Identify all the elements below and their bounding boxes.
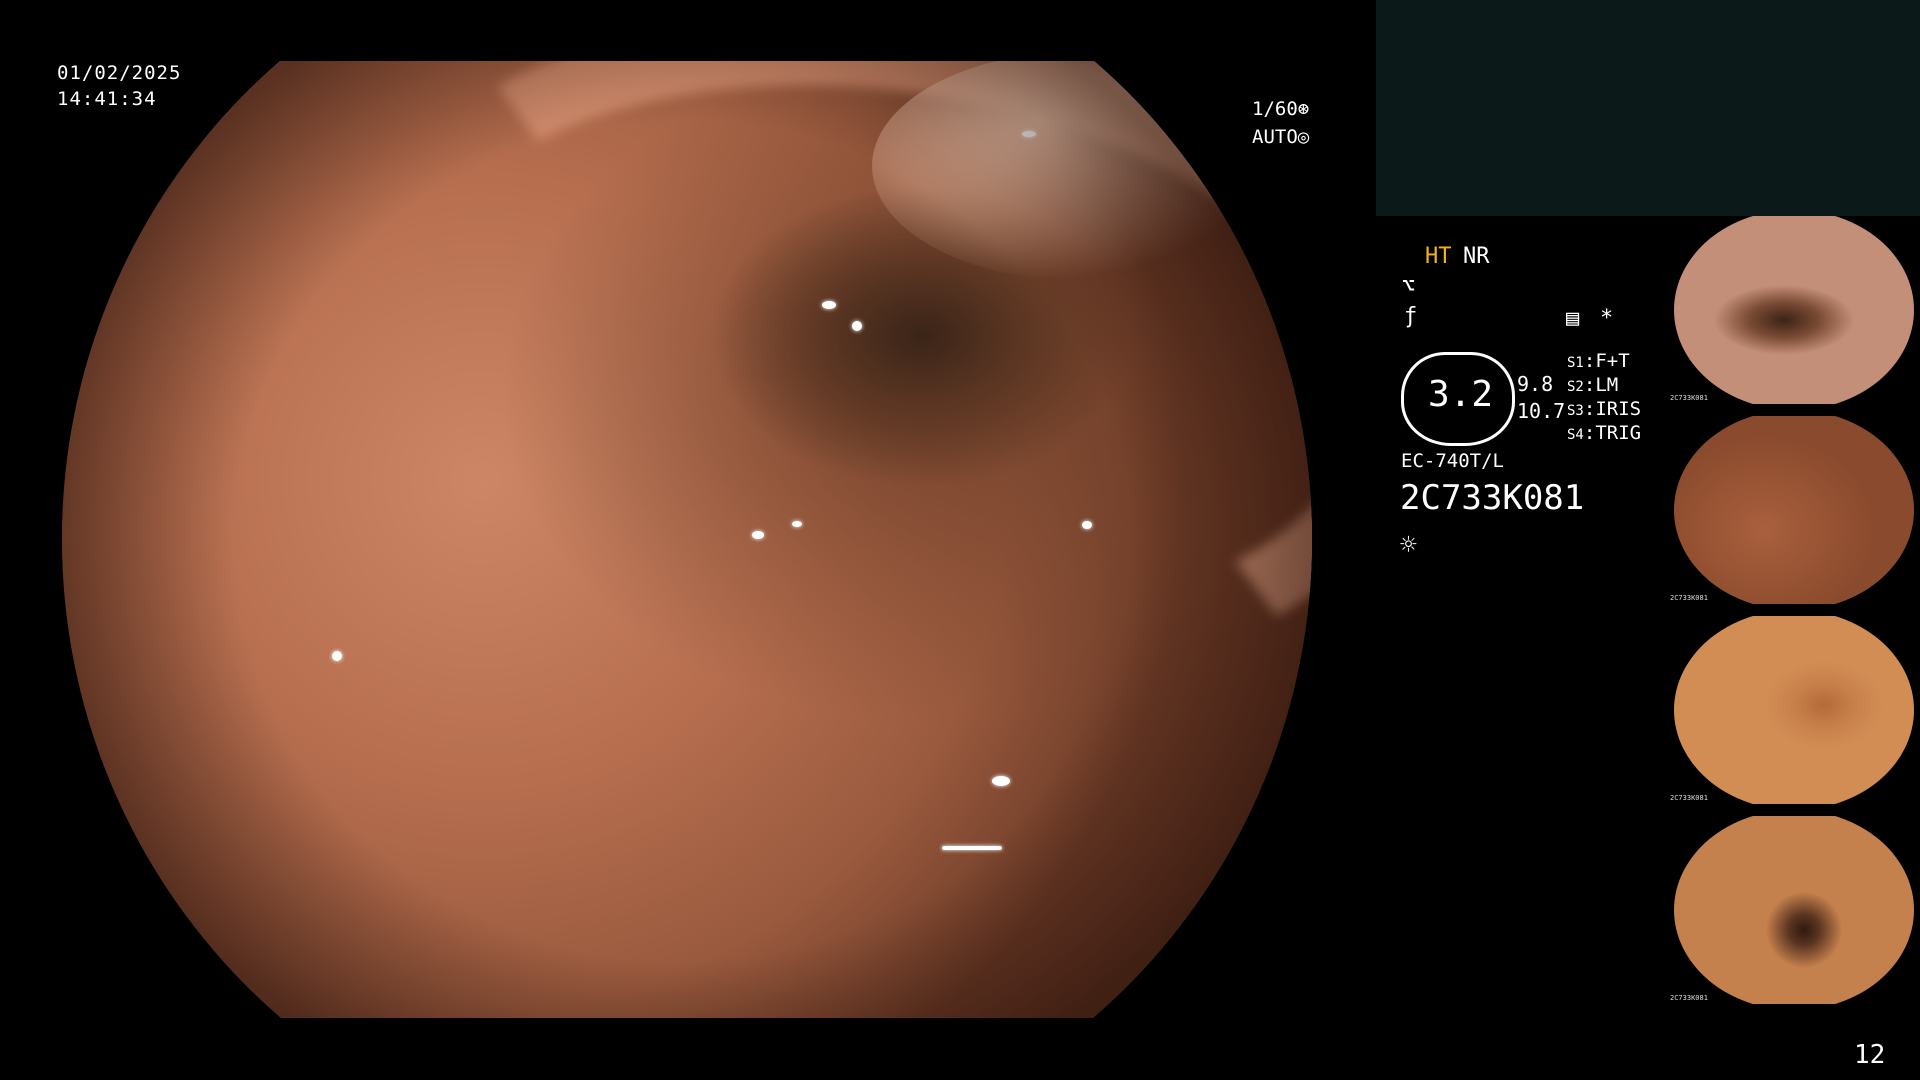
- exam-time: 14:41:34: [57, 88, 157, 110]
- gauge-sub-value: 10.7: [1517, 399, 1566, 423]
- thumbnail-image: [1674, 416, 1914, 604]
- thumbnail-label: 2C733K081: [1670, 994, 1708, 1002]
- aperture-icon: ⊛: [1297, 98, 1310, 120]
- capture-thumbnail[interactable]: 2C733K081: [1670, 816, 1920, 1004]
- thumbnail-image: [1674, 616, 1914, 804]
- exam-date: 01/02/2025: [57, 62, 182, 84]
- exposure-value: AUTO: [1252, 126, 1298, 148]
- switch-key: S3: [1567, 403, 1584, 419]
- gauge-value: 3.2: [1428, 374, 1494, 415]
- nr-indicator: NR: [1463, 244, 1490, 269]
- endoscope-main-view: [62, 61, 1312, 1018]
- memory-icon: ▤: [1566, 306, 1580, 331]
- view-vignette: [62, 61, 1312, 1018]
- light-icon: ☼: [1400, 528, 1417, 561]
- thumbnail-label: 2C733K081: [1670, 594, 1708, 602]
- switch-key: S4: [1567, 427, 1584, 443]
- switch-s2: S2:LM: [1567, 374, 1619, 396]
- switch-key: S1: [1567, 355, 1584, 371]
- switch-s1: S1:F+T: [1567, 350, 1630, 372]
- switch-value: LM: [1595, 374, 1619, 396]
- capture-thumbnail[interactable]: 2C733K081: [1670, 416, 1920, 604]
- switch-value: IRIS: [1595, 398, 1642, 420]
- switch-key: S2: [1567, 379, 1584, 395]
- shutter-speed: 1/60⊛: [1252, 98, 1309, 120]
- exposure-mode: AUTO◎: [1252, 126, 1309, 148]
- switch-value: TRIG: [1595, 422, 1642, 444]
- switch-value: F+T: [1595, 350, 1630, 372]
- color-icon: ƒ: [1404, 304, 1418, 329]
- scope-serial: 2C733K081: [1400, 478, 1585, 518]
- asterisk-icon: *: [1600, 306, 1614, 331]
- thumbnail-label: 2C733K081: [1670, 794, 1708, 802]
- page-number: 12: [1854, 1040, 1886, 1070]
- gauge-sub-value: 9.8: [1517, 372, 1554, 396]
- info-panel: [1376, 0, 1920, 216]
- thumbnail-image: [1674, 216, 1914, 404]
- switch-s4: S4:TRIG: [1567, 422, 1642, 444]
- thumbnail-image: [1674, 816, 1914, 1004]
- ht-indicator: HT: [1425, 244, 1452, 269]
- switch-s3: S3:IRIS: [1567, 398, 1642, 420]
- capture-thumbnail[interactable]: 2C733K081: [1670, 616, 1920, 804]
- shutter-value: 1/60: [1252, 98, 1298, 120]
- scope-model: EC-740T/L: [1401, 450, 1504, 472]
- iris-icon: ◎: [1297, 126, 1310, 148]
- thumbnail-label: 2C733K081: [1670, 394, 1708, 402]
- enhancement-icon: ⌥: [1402, 274, 1416, 299]
- capture-thumbnail[interactable]: 2C733K081: [1670, 216, 1920, 404]
